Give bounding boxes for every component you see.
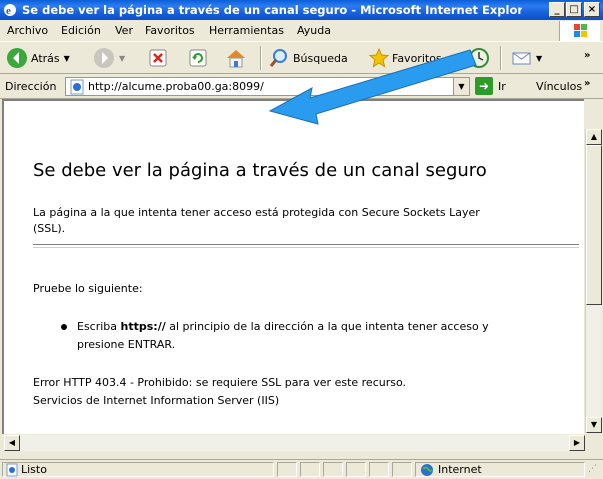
mail-dropdown-icon[interactable]: ▼: [536, 54, 542, 63]
back-label: Atrás: [31, 51, 60, 65]
close-button[interactable]: ×: [584, 2, 600, 17]
favorites-label: Favoritos: [392, 51, 442, 65]
bullet-https: https://: [120, 320, 166, 333]
toolbar-overflow-icon[interactable]: »: [584, 50, 590, 61]
status-cell: [392, 462, 412, 477]
scroll-down-icon[interactable]: ▼: [586, 417, 602, 433]
menu-favoritos[interactable]: Favoritos: [145, 24, 195, 37]
forward-button[interactable]: ▼: [93, 47, 125, 69]
address-input[interactable]: http://alcume.proba00.ga:8099/ ▼: [65, 77, 470, 96]
menu-ver[interactable]: Ver: [115, 24, 133, 37]
security-zone-cell: Internet: [415, 462, 585, 477]
status-cell: [369, 462, 389, 477]
favorites-star-icon: [368, 47, 390, 68]
status-cell: [346, 462, 366, 477]
status-cell: [323, 462, 343, 477]
horizontal-divider: [33, 244, 579, 248]
scroll-right-icon[interactable]: ▶: [569, 435, 585, 451]
back-button[interactable]: Atrás ▼: [6, 47, 70, 69]
home-icon: [227, 50, 245, 68]
menu-ayuda[interactable]: Ayuda: [297, 24, 331, 37]
refresh-button[interactable]: [188, 47, 208, 69]
history-icon: [469, 48, 489, 68]
menu-bar: Archivo Edición Ver Favoritos Herramient…: [0, 20, 603, 42]
svg-text:e: e: [6, 5, 11, 17]
bullet-suffix: al principio de la dirección a la que in…: [165, 320, 489, 333]
forward-dropdown-icon[interactable]: ▼: [119, 54, 125, 63]
go-arrow-icon[interactable]: ➜: [475, 77, 493, 95]
go-button[interactable]: Ir: [498, 80, 506, 93]
windows-logo: [559, 21, 600, 41]
forward-arrow-icon: [94, 48, 114, 68]
zone-text: Internet: [438, 463, 482, 476]
vertical-scroll-thumb[interactable]: [586, 145, 602, 305]
links-button[interactable]: Vínculos: [536, 80, 582, 93]
stop-icon: [149, 49, 167, 67]
scroll-left-icon[interactable]: ◀: [4, 435, 20, 451]
scroll-up-icon[interactable]: ▲: [586, 129, 602, 145]
browser-window: e Se debe ver la página a través de un c…: [0, 0, 603, 479]
internet-globe-icon: [421, 464, 433, 476]
menu-archivo[interactable]: Archivo: [7, 24, 48, 37]
address-dropdown-icon[interactable]: ▼: [453, 78, 469, 95]
bullet-dot: [61, 324, 67, 330]
title-bar[interactable]: e Se debe ver la página a través de un c…: [0, 0, 603, 20]
server-line: Servicios de Internet Information Server…: [33, 394, 280, 407]
bullet-prefix: Escriba: [77, 320, 121, 333]
status-main-cell: Listo: [2, 462, 274, 477]
address-label: Dirección: [5, 80, 57, 93]
history-button[interactable]: [468, 47, 490, 69]
status-cell: [300, 462, 320, 477]
search-button[interactable]: Búsqueda: [268, 47, 348, 69]
vertical-scrollbar[interactable]: ▲ ▼: [585, 129, 602, 433]
status-text: Listo: [21, 463, 47, 476]
address-bar: Dirección http://alcume.proba00.ga:8099/…: [0, 74, 603, 99]
error-line: Error HTTP 403.4 - Prohibido: se requier…: [33, 376, 407, 389]
back-arrow-icon: [7, 48, 27, 68]
stop-button[interactable]: [148, 47, 168, 69]
search-label: Búsqueda: [293, 51, 348, 65]
status-bar: Listo Internet ⋰: [0, 459, 603, 479]
home-button[interactable]: [224, 47, 248, 69]
intro-line-1: La página a la que intenta tener acceso …: [33, 206, 480, 219]
horizontal-scrollbar[interactable]: ◀ ▶: [4, 435, 585, 451]
menu-edicion[interactable]: Edición: [61, 24, 101, 37]
windows-flag-icon: [574, 24, 587, 37]
mail-button[interactable]: ▼: [510, 47, 542, 69]
favorites-button[interactable]: Favoritos: [368, 47, 442, 69]
resize-grip-icon[interactable]: ⋰: [588, 464, 597, 474]
intro-line-2: (SSL).: [33, 222, 66, 235]
status-cell: [277, 462, 297, 477]
try-text: Pruebe lo siguiente:: [33, 282, 143, 295]
toolbar-separator: [260, 46, 262, 70]
back-dropdown-icon[interactable]: ▼: [64, 54, 70, 63]
search-icon: [269, 49, 287, 67]
links-overflow-icon[interactable]: »: [584, 78, 590, 89]
page-status-icon: [6, 463, 18, 477]
window-title: Se debe ver la página a través de un can…: [22, 3, 522, 17]
page-heading: Se debe ver la página a través de un can…: [33, 160, 487, 181]
ie-logo-icon: e: [4, 4, 16, 17]
refresh-icon: [189, 49, 207, 67]
mail-icon: [512, 52, 531, 65]
scrollbar-corner: [585, 435, 601, 451]
minimize-button[interactable]: _: [549, 2, 565, 17]
maximize-button[interactable]: □: [566, 2, 582, 17]
menu-herramientas[interactable]: Herramientas: [209, 24, 284, 37]
page-icon: [70, 79, 84, 95]
standard-toolbar: Atrás ▼ ▼ Búsqueda Favoritos ▼ »: [0, 42, 603, 74]
bullet-line-1: Escriba https:// al principio de la dire…: [77, 319, 489, 335]
toolbar-separator: [500, 46, 502, 70]
address-url: http://alcume.proba00.ga:8099/: [88, 80, 264, 93]
bullet-line-2: presione ENTRAR.: [77, 338, 176, 351]
